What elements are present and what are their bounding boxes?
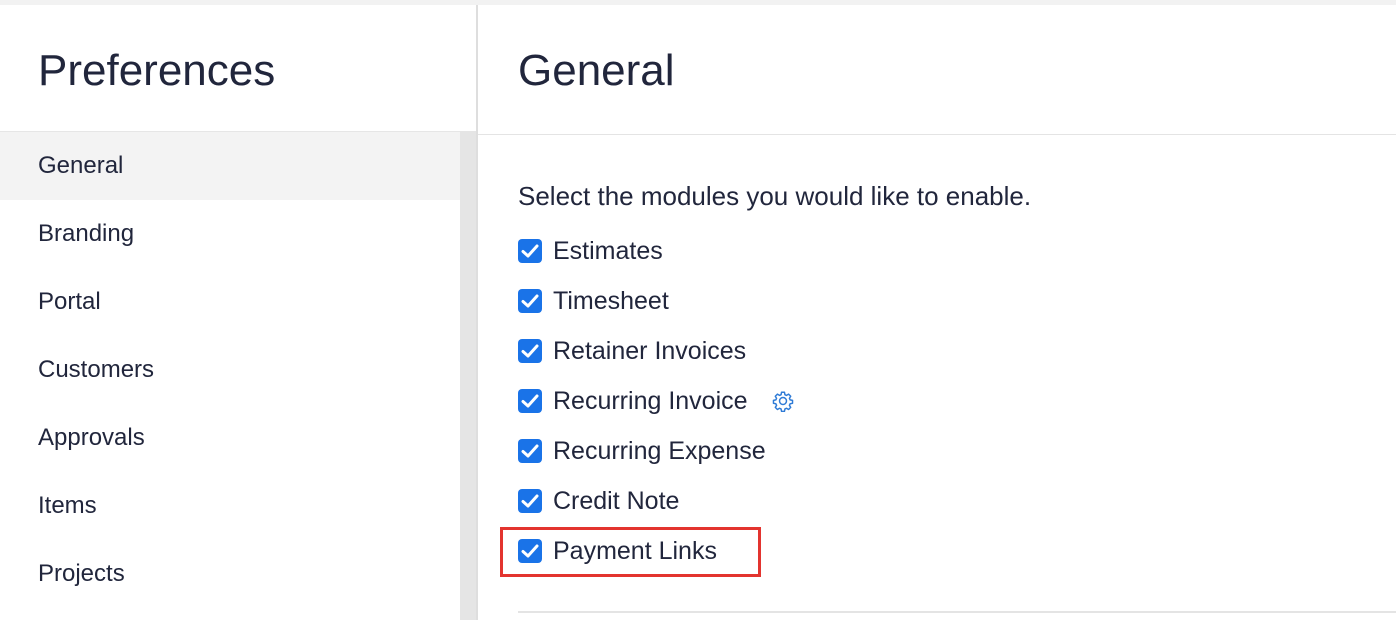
module-estimates[interactable]: Estimates [518, 236, 663, 266]
sidebar-item-general[interactable]: General [0, 132, 460, 200]
checkmark-icon [521, 344, 539, 358]
sidebar-item-label: Items [38, 492, 97, 519]
modules-prompt: Select the modules you would like to ena… [518, 181, 1032, 211]
sidebar-item-projects[interactable]: Projects [0, 540, 460, 608]
module-label: Recurring Expense [553, 437, 766, 465]
module-credit-note[interactable]: Credit Note [518, 486, 679, 516]
estimates-checkbox[interactable] [518, 239, 542, 263]
checkmark-icon [521, 494, 539, 508]
module-label: Retainer Invoices [553, 337, 747, 365]
recurring-invoice-checkbox[interactable] [518, 389, 542, 413]
checkmark-icon [521, 394, 539, 408]
app-window: Preferences General Branding Portal Cust… [0, 0, 1396, 620]
module-label: Credit Note [553, 487, 680, 515]
sidebar-item-label: Customers [38, 356, 155, 383]
sidebar-title: Preferences [38, 46, 276, 95]
sidebar-item-label: Portal [38, 288, 101, 315]
module-label: Timesheet [553, 287, 669, 315]
module-timesheet[interactable]: Timesheet [518, 286, 669, 316]
checkmark-icon [521, 244, 539, 258]
recurring-expense-checkbox[interactable] [518, 439, 542, 463]
sidebar-scrollbar[interactable] [460, 131, 476, 620]
sidebar-item-portal[interactable]: Portal [0, 268, 460, 336]
sidebar-item-items[interactable]: Items [0, 472, 460, 540]
page-title: General [518, 46, 675, 95]
credit-note-checkbox[interactable] [518, 489, 542, 513]
checkmark-icon [521, 294, 539, 308]
highlight-annotation [500, 527, 761, 577]
checkmark-icon [521, 444, 539, 458]
module-label: Recurring Invoice [553, 387, 748, 415]
sidebar-item-customers[interactable]: Customers [0, 336, 460, 404]
module-recurring-expense[interactable]: Recurring Expense [518, 436, 766, 466]
retainer-invoices-checkbox[interactable] [518, 339, 542, 363]
timesheet-checkbox[interactable] [518, 289, 542, 313]
sidebar-nav: General Branding Portal Customers Approv… [0, 131, 460, 616]
main-header: General [478, 5, 1396, 135]
module-retainer-invoices[interactable]: Retainer Invoices [518, 336, 746, 366]
sidebar-item-label: Projects [38, 560, 125, 587]
module-recurring-invoice[interactable]: Recurring Invoice [518, 386, 794, 416]
sidebar-item-approvals[interactable]: Approvals [0, 404, 460, 472]
section-divider [518, 611, 1396, 613]
sidebar-item-label: Approvals [38, 424, 145, 451]
sidebar-item-label: Branding [38, 220, 135, 247]
module-label: Estimates [553, 237, 663, 265]
sidebar-item-branding[interactable]: Branding [0, 200, 460, 268]
sidebar-item-label: General [38, 152, 124, 179]
gear-icon[interactable] [772, 390, 794, 413]
